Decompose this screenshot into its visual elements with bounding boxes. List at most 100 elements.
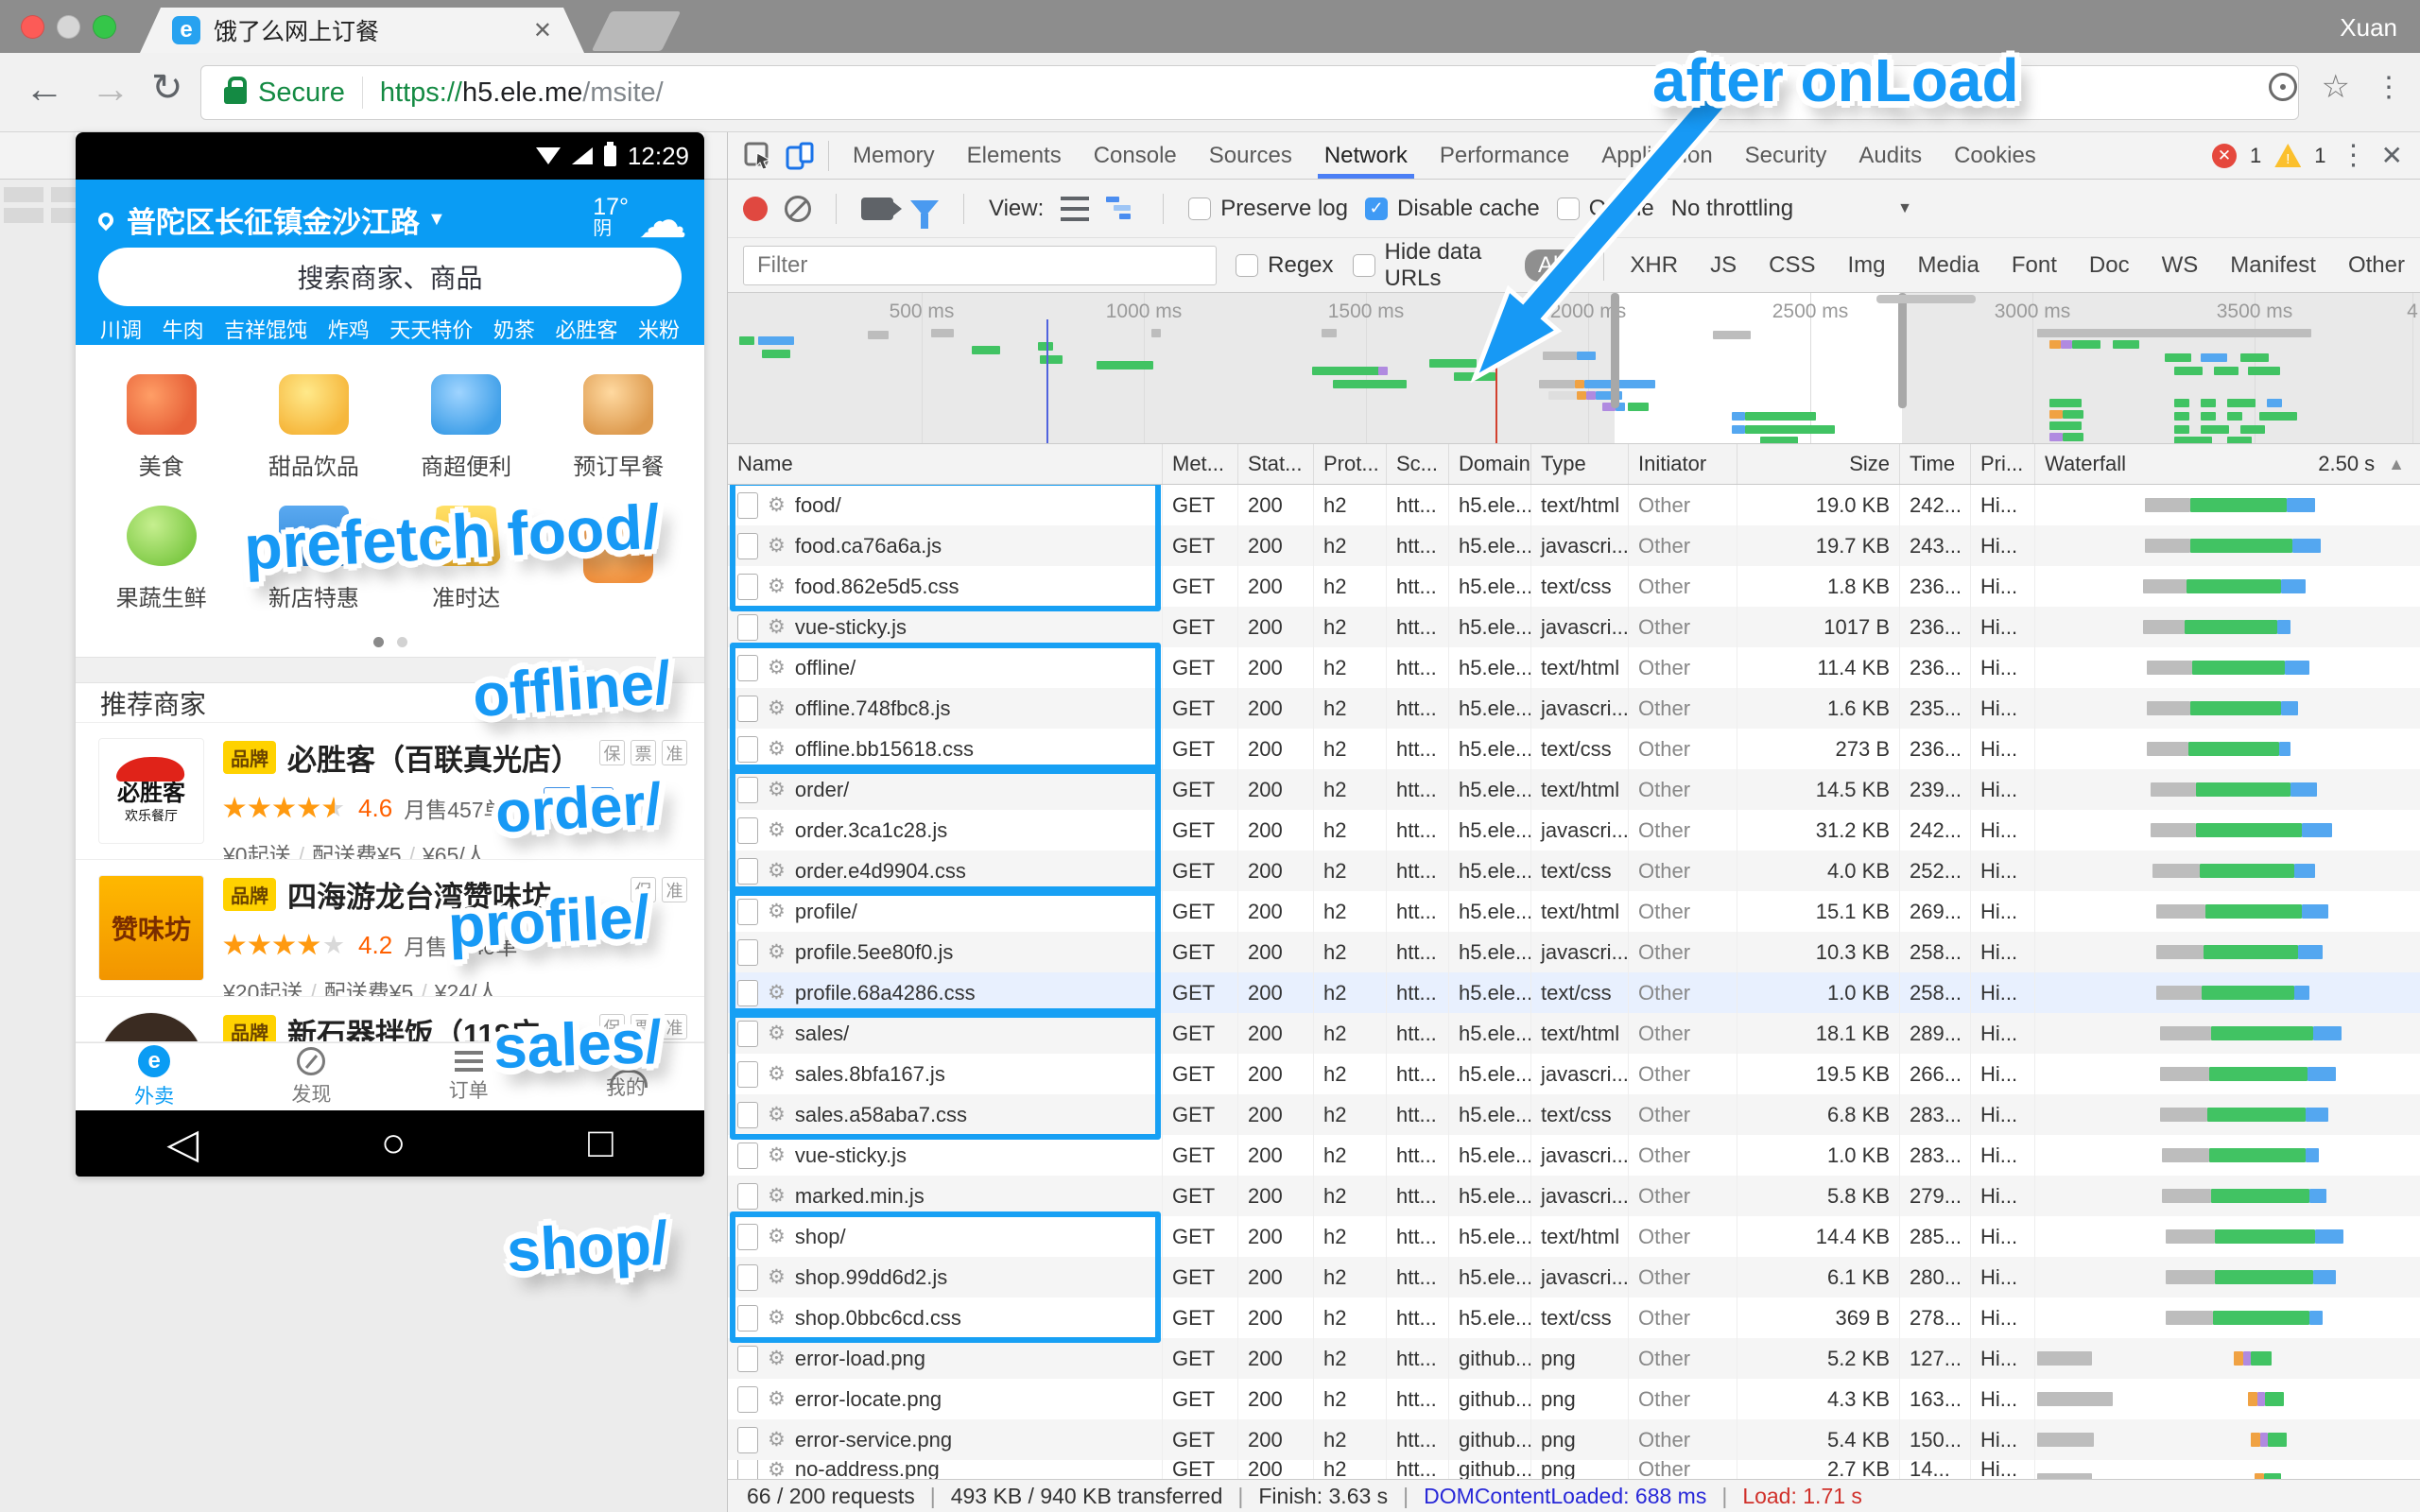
request-row[interactable]: ⚙profile.5ee80f0.js GET 200 h2 htt... h5… — [728, 932, 2420, 972]
devtools-tab-performance[interactable]: Performance — [1424, 133, 1585, 179]
android-back-button[interactable]: ◁ — [166, 1120, 199, 1168]
filter-type-media[interactable]: Media — [1917, 252, 1979, 279]
cell-name[interactable]: ⚙shop.99dd6d2.js — [728, 1257, 1163, 1297]
cell-initiator[interactable]: Other — [1629, 891, 1737, 932]
back-button[interactable]: ← — [25, 66, 64, 112]
cell-initiator[interactable]: Other — [1629, 1379, 1737, 1419]
overview-selection-window[interactable] — [1615, 293, 1902, 443]
cell-initiator[interactable]: Other — [1629, 1094, 1737, 1135]
column-header-status[interactable]: Stat... — [1238, 444, 1314, 484]
devtools-menu-icon[interactable]: ⋮ — [2340, 139, 2368, 172]
capture-screenshots-icon[interactable] — [861, 198, 893, 220]
quick-link[interactable]: 米粉 — [638, 314, 680, 344]
reload-button[interactable]: ↻ — [151, 66, 183, 110]
cell-initiator[interactable]: Other — [1629, 485, 1737, 525]
request-checkbox[interactable] — [737, 939, 758, 966]
cell-name[interactable]: ⚙profile/ — [728, 891, 1163, 932]
column-header-scheme[interactable]: Sc... — [1387, 444, 1449, 484]
request-checkbox[interactable] — [737, 1021, 758, 1047]
category-item[interactable]: 甜品饮品 — [237, 362, 389, 493]
cell-name[interactable]: ⚙sales/ — [728, 1013, 1163, 1054]
fullscreen-window-button[interactable] — [93, 15, 116, 39]
cell-initiator[interactable]: Other — [1629, 688, 1737, 729]
cell-initiator[interactable]: Other — [1629, 972, 1737, 1013]
list-view-icon[interactable] — [1061, 197, 1089, 221]
browser-profile-name[interactable]: Xuan — [2340, 13, 2397, 43]
request-row[interactable]: ⚙profile/ GET 200 h2 htt... h5.ele... te… — [728, 891, 2420, 932]
request-checkbox[interactable] — [737, 492, 758, 519]
waterfall-view-icon[interactable] — [1106, 197, 1138, 221]
devtools-tab-audits[interactable]: Audits — [1842, 133, 1938, 179]
cell-initiator[interactable]: Other — [1629, 810, 1737, 850]
devtools-tab-security[interactable]: Security — [1729, 133, 1843, 179]
browser-tab[interactable]: e 饿了么网上订餐 ✕ — [140, 8, 584, 53]
request-checkbox[interactable] — [737, 614, 758, 641]
cell-initiator[interactable]: Other — [1629, 729, 1737, 769]
inspect-element-icon[interactable] — [737, 137, 779, 175]
request-checkbox[interactable] — [737, 1061, 758, 1088]
filter-funnel-icon[interactable] — [910, 200, 939, 217]
request-row[interactable]: ⚙food.862e5d5.css GET 200 h2 htt... h5.e… — [728, 566, 2420, 607]
request-row[interactable]: ⚙vue-sticky.js GET 200 h2 htt... h5.ele.… — [728, 1135, 2420, 1176]
cell-initiator[interactable]: Other — [1629, 769, 1737, 810]
cell-name[interactable]: ⚙profile.68a4286.css — [728, 972, 1163, 1013]
cell-initiator[interactable]: Other — [1629, 1176, 1737, 1216]
hide-data-urls-checkbox[interactable]: Hide data URLs — [1353, 239, 1506, 292]
cell-initiator[interactable]: Other — [1629, 1216, 1737, 1257]
request-checkbox[interactable] — [737, 1143, 758, 1169]
carousel-dot[interactable] — [397, 637, 407, 647]
request-row[interactable]: ⚙vue-sticky.js GET 200 h2 htt... h5.ele.… — [728, 607, 2420, 647]
request-row[interactable]: ⚙offline.bb15618.css GET 200 h2 htt... h… — [728, 729, 2420, 769]
column-header-method[interactable]: Met... — [1163, 444, 1238, 484]
category-item[interactable]: 果蔬生鲜 — [85, 493, 237, 625]
warning-badge-icon[interactable]: ! — [2274, 144, 2301, 167]
cell-initiator[interactable]: Other — [1629, 1419, 1737, 1460]
offline-checkbox[interactable]: Offline — [1557, 196, 1654, 222]
filter-type-img[interactable]: Img — [1847, 252, 1885, 279]
android-home-button[interactable]: ○ — [381, 1120, 406, 1167]
request-checkbox[interactable] — [737, 1460, 758, 1479]
quick-link[interactable]: 炸鸡 — [328, 314, 370, 344]
cell-name[interactable]: ⚙no-address.png — [728, 1460, 1163, 1479]
request-row[interactable]: ⚙sales/ GET 200 h2 htt... h5.ele... text… — [728, 1013, 2420, 1054]
cell-name[interactable]: ⚙order/ — [728, 769, 1163, 810]
filter-type-doc[interactable]: Doc — [2089, 252, 2130, 279]
column-header-priority[interactable]: Pri... — [1971, 444, 2035, 484]
cell-initiator[interactable]: Other — [1629, 1297, 1737, 1338]
request-checkbox[interactable] — [737, 1102, 758, 1128]
cell-name[interactable]: ⚙marked.min.js — [728, 1176, 1163, 1216]
column-header-protocol[interactable]: Prot... — [1314, 444, 1387, 484]
devtools-tab-sources[interactable]: Sources — [1193, 133, 1308, 179]
cell-name[interactable]: ⚙error-locate.png — [728, 1379, 1163, 1419]
cell-initiator[interactable]: Other — [1629, 850, 1737, 891]
category-item[interactable]: 商超便利 — [390, 362, 543, 493]
filter-input[interactable] — [743, 246, 1217, 285]
cell-initiator[interactable]: Other — [1629, 1460, 1737, 1479]
request-row[interactable]: ⚙food/ GET 200 h2 htt... h5.ele... text/… — [728, 485, 2420, 525]
browser-menu-icon[interactable]: ⋮ — [2375, 71, 2403, 104]
request-row[interactable]: ⚙order/ GET 200 h2 htt... h5.ele... text… — [728, 769, 2420, 810]
cell-name[interactable]: ⚙order.3ca1c28.js — [728, 810, 1163, 850]
request-row[interactable]: ⚙error-locate.png GET 200 h2 htt... gith… — [728, 1379, 2420, 1419]
request-checkbox[interactable] — [737, 655, 758, 681]
toggle-device-toolbar-icon[interactable] — [779, 137, 821, 175]
category-item[interactable]: 预订早餐 — [543, 362, 695, 493]
cell-name[interactable]: ⚙shop.0bbc6cd.css — [728, 1297, 1163, 1338]
quick-link[interactable]: 天天特价 — [389, 314, 473, 344]
devtools-close-icon[interactable]: ✕ — [2381, 140, 2403, 171]
phone-tab-发现[interactable]: 发现 — [233, 1043, 389, 1110]
filter-type-js[interactable]: JS — [1710, 252, 1737, 279]
request-checkbox[interactable] — [737, 777, 758, 803]
cell-name[interactable]: ⚙vue-sticky.js — [728, 607, 1163, 647]
page-target-icon[interactable] — [2269, 73, 2297, 101]
android-recents-button[interactable]: □ — [588, 1120, 614, 1167]
cell-name[interactable]: ⚙offline.bb15618.css — [728, 729, 1163, 769]
column-header-initiator[interactable]: Initiator — [1629, 444, 1737, 484]
cell-initiator[interactable]: Other — [1629, 647, 1737, 688]
column-header-waterfall[interactable]: Waterfall2.50 s▲ — [2035, 444, 2420, 484]
request-row[interactable]: ⚙shop.99dd6d2.js GET 200 h2 htt... h5.el… — [728, 1257, 2420, 1297]
filter-type-font[interactable]: Font — [2012, 252, 2057, 279]
cell-name[interactable]: ⚙offline/ — [728, 647, 1163, 688]
column-header-time[interactable]: Time — [1900, 444, 1971, 484]
cell-initiator[interactable]: Other — [1629, 566, 1737, 607]
